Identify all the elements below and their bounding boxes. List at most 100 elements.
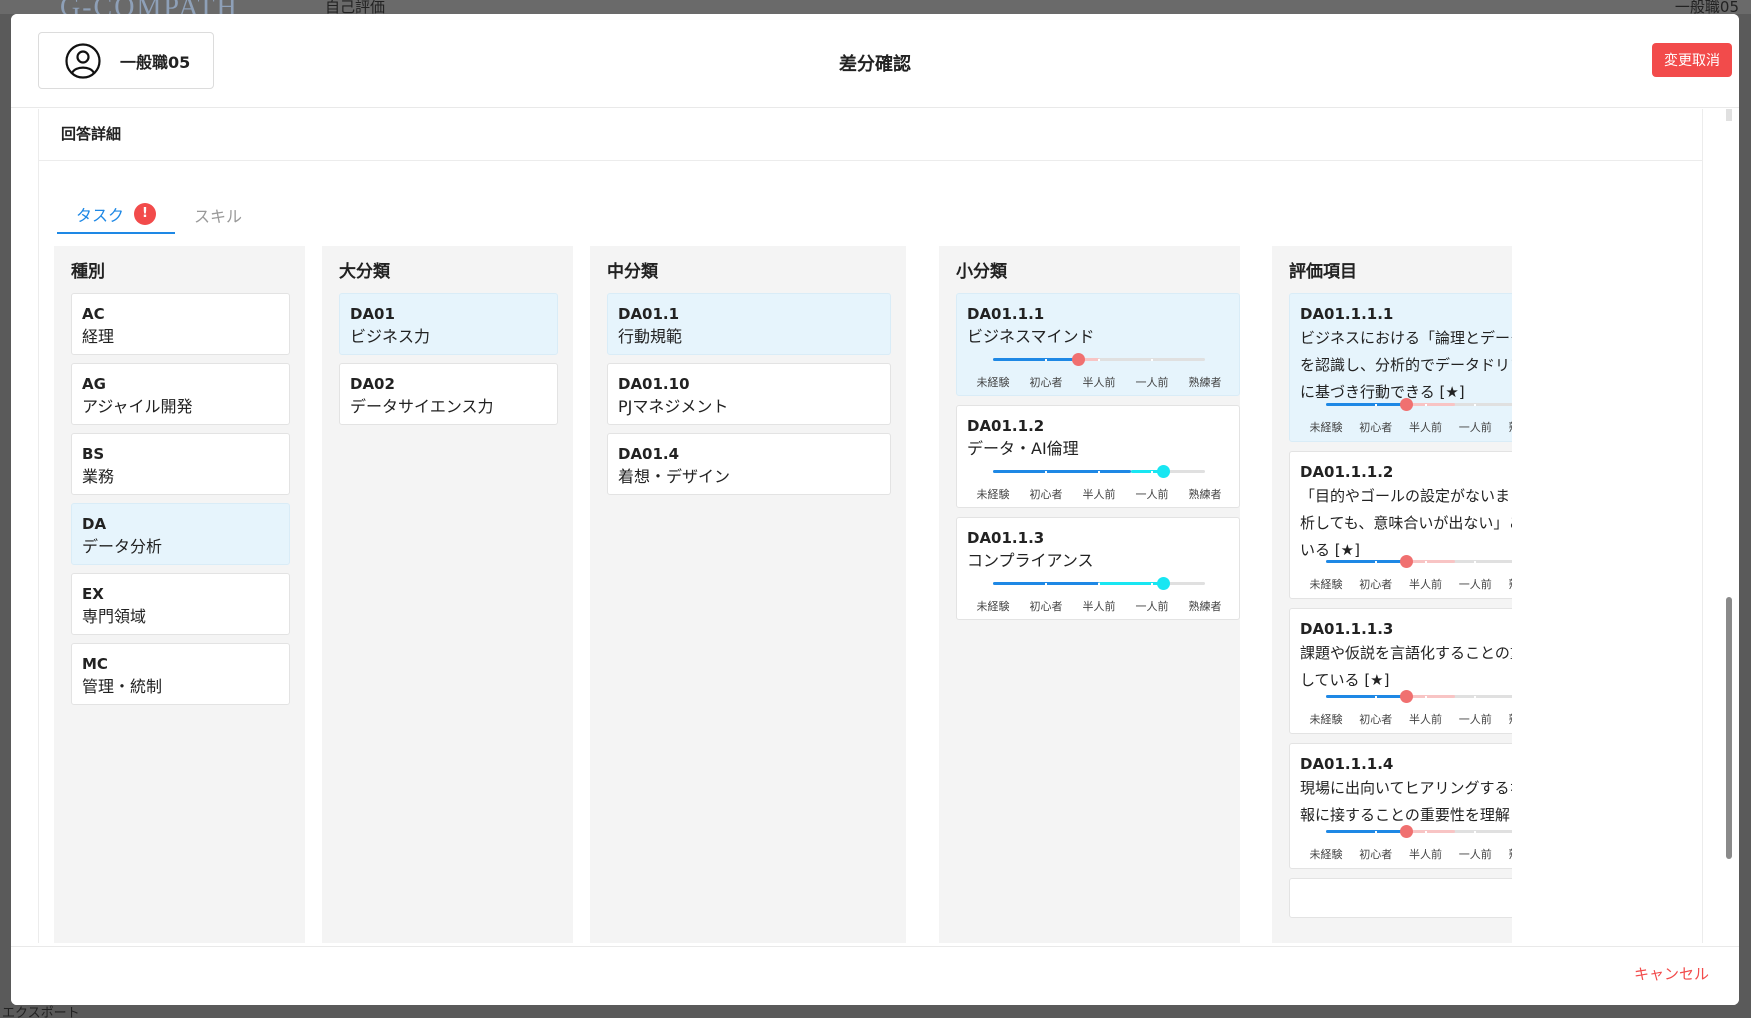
slider-tick (1374, 696, 1377, 698)
column-minor: 小分類 DA01.1.1 ビジネスマインド 未経験 初心者 半人前 一人前 熟練者 DA01.1… (939, 246, 1240, 943)
slider-tick (1474, 403, 1477, 406)
list-item-da01-1-1-3[interactable]: DA01.1.1.3課題や仮説を言語化することの重要している [★]未経験初心者… (1289, 608, 1512, 734)
list-item-bs[interactable]: BS 業務 (71, 433, 290, 495)
level-label: 初心者 (1359, 848, 1393, 861)
slider-thumb[interactable] (1071, 353, 1085, 366)
level-slider[interactable] (993, 574, 1205, 594)
column-header: 小分類 (956, 262, 1007, 282)
level-label: 一人前 (1458, 848, 1492, 861)
list-item-mc[interactable]: MC 管理・統制 (71, 643, 290, 705)
slider-fill (1326, 695, 1406, 698)
column-header: 中分類 (607, 262, 658, 282)
level-label: 熟練者 (1509, 576, 1513, 592)
item-name: ビジネスマインド (967, 327, 1095, 346)
list-item-da01-1-1-4[interactable]: DA01.1.1.4現場に出向いてヒアリングするなど、報に接することの重要性を理… (1289, 743, 1512, 869)
scroll-track-top (1726, 109, 1732, 121)
slider-tick (1424, 403, 1427, 406)
slider-tick (1424, 696, 1427, 698)
level-slider[interactable] (1326, 395, 1512, 415)
list-item-da01-1[interactable]: DA01.1 行動規範 (607, 293, 891, 355)
list-item-da[interactable]: DA データ分析 (71, 503, 290, 565)
list-item-da02[interactable]: DA02 データサイエンス力 (339, 363, 558, 425)
slider-thumb[interactable] (1399, 690, 1413, 703)
slider-thumb[interactable] (1156, 577, 1170, 590)
slider-tick (1374, 561, 1377, 563)
column-category: 種別 AC 経理 AG アジャイル開発 BS 業務 DA データ分析 EX 専門領域 MC 管理・統制 (54, 246, 305, 943)
item-name: データサイエンス力 (350, 397, 494, 416)
level-label: 未経験 (1309, 578, 1343, 591)
slider-tick (1045, 359, 1047, 361)
level-label: 一人前 (1458, 578, 1492, 591)
item-name: 行動規範 (618, 327, 683, 346)
slider-thumb[interactable] (1156, 465, 1170, 478)
level-slider[interactable] (1326, 552, 1512, 572)
list-item-da01[interactable]: DA01 ビジネス力 (339, 293, 558, 355)
level-label: 半人前 (1409, 420, 1442, 434)
item-name: アジャイル開発 (82, 397, 193, 416)
list-item-da01-1-2[interactable]: DA01.1.2 データ・AI倫理 未経験 初心者 半人前 一人前 熟練者 (956, 405, 1240, 508)
tab-skill[interactable]: スキル (175, 195, 261, 234)
list-item-da01-1-1[interactable]: DA01.1.1 ビジネスマインド 未経験 初心者 半人前 一人前 熟練者 (956, 293, 1240, 396)
slider-tick (1374, 403, 1377, 406)
slider-tick (1474, 696, 1477, 698)
item-name: データ分析 (82, 537, 163, 556)
level-label: 未経験 (976, 600, 1010, 613)
cancel-button[interactable]: キャンセル (1634, 963, 1709, 984)
level-slider[interactable] (1326, 687, 1512, 707)
item-code: DA01.1.1.3 (1300, 620, 1394, 638)
item-code: DA01.10 (618, 375, 690, 393)
level-slider[interactable] (993, 350, 1205, 370)
undo-changes-button[interactable]: 変更取消 (1652, 43, 1732, 77)
slider-thumb[interactable] (1399, 555, 1413, 568)
modal-body: 回答詳細 タスク ! スキル 種別 AC 経理 AG アジャイル開発 BS 業務 DA データ分… (11, 109, 1739, 943)
column-eval: 評価項目 DA01.1.1.1 ビジネスにおける「論理とデータのを認識し、分析的でデ… (1272, 246, 1512, 943)
list-item-da01-1-1-2[interactable]: DA01.1.1.2 「目的やゴールの設定がないままデ析しても、意味合いが出ない」… (1289, 450, 1513, 599)
slider-tick (1424, 561, 1427, 563)
scroll-thumb[interactable] (1726, 597, 1732, 859)
item-code: DA01.1.3 (967, 529, 1045, 547)
slider-thumb[interactable] (1399, 825, 1413, 838)
item-name: コンプライアンス (967, 551, 1094, 570)
warning-badge-icon: ! (134, 202, 157, 225)
diff-confirm-modal: 一般職05 差分確認 変更取消 回答詳細 タスク ! スキル 種別 AC 経理 AG ア… (11, 14, 1739, 1005)
slider-fill (1326, 560, 1406, 563)
list-item-ex[interactable]: EX 専門領域 (71, 573, 290, 635)
item-name: PJマネジメント (618, 397, 729, 416)
level-label: 未経験 (1309, 420, 1343, 434)
level-label: 初心者 (1029, 488, 1063, 501)
list-item-ag[interactable]: AG アジャイル開発 (71, 363, 290, 425)
level-label: 熟練者 (1509, 711, 1513, 727)
slider-tick (1151, 471, 1153, 473)
list-item-ac[interactable]: AC 経理 (71, 293, 290, 355)
slider-tick (1045, 583, 1047, 585)
item-code: AG (82, 375, 106, 393)
item-description-line: 課題や仮説を言語化することの重要 (1300, 644, 1512, 662)
list-item-da01-10[interactable]: DA01.10 PJマネジメント (607, 363, 891, 425)
column-middle: 中分類 DA01.1 行動規範 DA01.10 PJマネジメント DA01.4 着想・デザイ… (590, 246, 906, 943)
item-code: DA01.4 (618, 445, 680, 463)
list-item-da01-1-3[interactable]: DA01.1.3 コンプライアンス 未経験 初心者 半人前 一人前 熟練者 (956, 517, 1240, 620)
scrollbar[interactable] (1723, 109, 1733, 943)
level-label: 半人前 (1409, 713, 1442, 726)
tab-bar: タスク ! スキル (57, 195, 261, 234)
item-name: 管理・統制 (82, 677, 163, 696)
list-item-partial[interactable] (1289, 878, 1512, 918)
item-name: 着想・デザイン (618, 467, 731, 486)
tab-task[interactable]: タスク ! (57, 195, 176, 234)
list-item-da01-1-1-1[interactable]: DA01.1.1.1 ビジネスにおける「論理とデータのを認識し、分析的でデータドリ… (1289, 293, 1512, 442)
level-label: 初心者 (1029, 600, 1063, 613)
level-slider[interactable] (1326, 822, 1512, 842)
slider-tick (1151, 583, 1153, 585)
level-label: 熟練者 (1188, 488, 1222, 501)
slider-diff (1099, 582, 1163, 585)
level-label: 半人前 (1082, 488, 1116, 501)
item-code: BS (82, 445, 105, 463)
level-label: 一人前 (1135, 488, 1169, 501)
item-description-line: 現場に出向いてヒアリングするなど、 (1300, 779, 1512, 797)
column-header: 評価項目 (1289, 262, 1357, 282)
list-item-da01-4[interactable]: DA01.4 着想・デザイン (607, 433, 891, 495)
column-header: 大分類 (339, 262, 390, 282)
slider-thumb[interactable] (1399, 397, 1413, 411)
section-title: 回答詳細 (61, 125, 122, 143)
level-slider[interactable] (993, 462, 1205, 482)
